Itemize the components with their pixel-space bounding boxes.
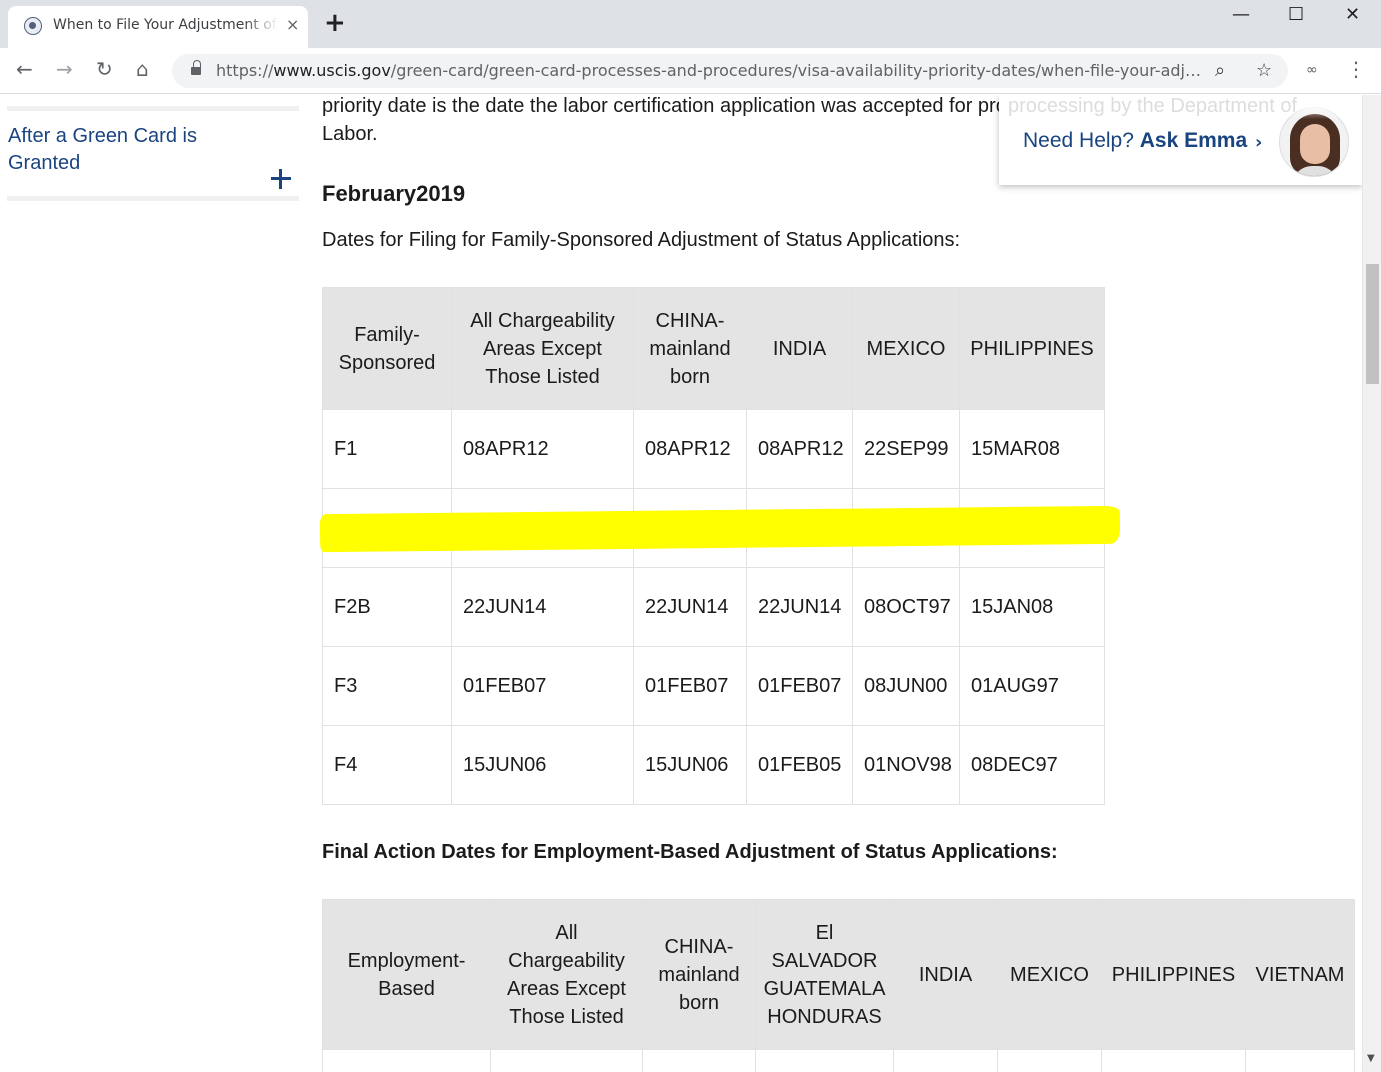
page-viewport: After a Green Card is Granted priority d… [0,95,1362,1072]
table-cell: 08OCT97 [852,567,960,647]
sidebar-item-after-green-card[interactable]: After a Green Card is Granted [7,123,299,195]
table-cell [755,1049,894,1072]
table-cell: 01FEB07 [451,646,634,726]
faded-intro-text: processing by the Department of [1008,95,1298,117]
lock-icon[interactable] [191,60,201,76]
table-cell: 15JAN08 [959,567,1105,647]
scrollbar-thumb[interactable] [1366,264,1379,384]
reload-icon[interactable]: ↻ [96,58,113,80]
table-cell: 15JUN06 [633,725,747,805]
column-header: All Chargeability Areas Except Those Lis… [490,899,643,1050]
table-cell: 08DEC97 [959,725,1105,805]
table-cell: 22JUN14 [451,567,634,647]
table-cell: 01AUG97 [959,646,1105,726]
browser-tab[interactable]: When to File Your Adjustment of Status A… [8,6,308,48]
maximize-icon[interactable]: ☐ [1288,4,1304,25]
sidebar-divider [7,196,299,201]
table-row [322,1049,1355,1072]
tab-title: When to File Your Adjustment of Status A… [53,17,278,33]
column-header: PHILIPPINES [959,287,1105,410]
tab-strip: When to File Your Adjustment of Status A… [0,0,1381,48]
column-header: VIETNAM [1245,899,1355,1050]
column-header: MEXICO [852,287,960,410]
table-cell [322,1049,491,1072]
table-cell: 22SEP99 [852,409,960,489]
table-cell [1101,1049,1246,1072]
extension-icon[interactable]: ∞ [1306,62,1318,78]
home-icon[interactable]: ⌂ [136,58,149,80]
table-cell: F1 [322,409,452,489]
url-text[interactable]: https://www.uscis.gov/green-card/green-c… [216,61,1201,80]
help-prefix: Need Help? [1023,129,1134,152]
url-scheme: https:// [216,61,274,80]
table-cell: F4 [322,725,452,805]
zoom-icon[interactable]: ⌕ [1215,60,1225,81]
chevron-right-icon[interactable]: › [1255,132,1262,153]
minimize-icon[interactable]: — [1232,4,1250,25]
column-header: Employment-Based [322,899,491,1050]
column-header: Family-Sponsored [322,287,452,410]
help-link-label[interactable]: Ask Emma [1140,129,1247,152]
table-cell: 01FEB07 [633,646,747,726]
table-cell: 01FEB05 [746,725,853,805]
table-header-row: Family-Sponsored All Chargeability Areas… [322,287,1105,410]
menu-icon[interactable]: ⋮ [1346,58,1366,80]
star-icon[interactable]: ☆ [1256,60,1272,81]
table-row: F3 01FEB07 01FEB07 01FEB07 08JUN00 01AUG… [322,646,1105,726]
ask-emma-link[interactable]: Need Help? Ask Emma [1023,129,1247,153]
sidebar-divider [7,106,299,111]
table-cell: F2B [322,567,452,647]
table-cell [893,1049,998,1072]
employment-based-table: Employment-Based All Chargeability Areas… [322,899,1355,1072]
uscis-seal-icon [24,17,42,35]
page-scrollbar[interactable]: ▼ [1362,95,1381,1072]
table-cell: 01FEB07 [746,646,853,726]
table-cell [642,1049,756,1072]
close-tab-icon[interactable]: × [286,15,299,34]
window-close-icon[interactable]: ✕ [1345,4,1360,25]
table-cell: 15JUN06 [451,725,634,805]
forward-icon[interactable]: → [56,58,73,80]
column-header: All Chargeability Areas Except Those Lis… [451,287,634,410]
table-cell: 08APR12 [451,409,634,489]
table-cell: 08APR12 [633,409,747,489]
employment-heading: Final Action Dates for Employment-Based … [322,841,1058,863]
table-cell [490,1049,643,1072]
column-header: INDIA [746,287,853,410]
table-row: F4 15JUN06 15JUN06 01FEB05 01NOV98 08DEC… [322,725,1105,805]
table-cell: 08JUN00 [852,646,960,726]
month-heading: February2019 [322,181,466,206]
scroll-down-arrow-icon[interactable]: ▼ [1367,1053,1375,1064]
browser-toolbar: ← → ↻ ⌂ https://www.uscis.gov/green-card… [0,48,1381,94]
column-header: MEXICO [997,899,1102,1050]
column-header: CHINA-mainland born [633,287,747,410]
table-header-row: Employment-Based All Chargeability Areas… [322,899,1355,1050]
column-header: CHINA-mainland born [642,899,756,1050]
table-cell: 22JUN14 [633,567,747,647]
new-tab-button[interactable]: + [324,10,346,36]
table-row: F2B 22JUN14 22JUN14 22JUN14 08OCT97 15JA… [322,567,1105,647]
avatar-face [1300,124,1330,164]
url-host: www.uscis.gov [273,61,391,80]
table-cell: 22JUN14 [746,567,853,647]
table-cell: 08APR12 [746,409,853,489]
table-cell: F3 [322,646,452,726]
sidebar-item-label[interactable]: After a Green Card is Granted [8,123,208,177]
table-cell: 15MAR08 [959,409,1105,489]
column-header: INDIA [893,899,998,1050]
expand-plus-icon[interactable] [271,169,291,189]
table-cell [997,1049,1102,1072]
column-header: El SALVADOR GUATEMALA HONDURAS [755,899,894,1050]
family-subheading: Dates for Filing for Family-Sponsored Ad… [322,229,961,251]
back-icon[interactable]: ← [16,58,33,80]
column-header: PHILIPPINES [1101,899,1246,1050]
table-row: F1 08APR12 08APR12 08APR12 22SEP99 15MAR… [322,409,1105,489]
table-cell: 01NOV98 [852,725,960,805]
address-bar[interactable]: https://www.uscis.gov/green-card/green-c… [172,54,1288,88]
table-cell [1245,1049,1355,1072]
url-path: /green-card/green-card-processes-and-pro… [390,61,1201,80]
